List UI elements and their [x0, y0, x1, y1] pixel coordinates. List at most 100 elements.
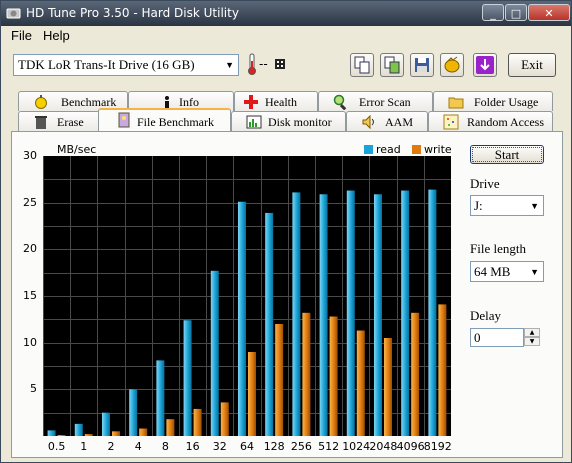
copy-green-icon [384, 56, 400, 74]
maximize-button[interactable]: □ [505, 4, 527, 21]
magnifier-icon [333, 94, 347, 110]
bar-read [183, 320, 192, 436]
legend-read-label: read [376, 143, 401, 156]
x-tick-label: 4 [134, 440, 142, 453]
bar-read [428, 189, 437, 436]
save-button[interactable] [410, 53, 434, 77]
bar-read [374, 194, 382, 436]
bar-read [346, 190, 355, 436]
delay-input-value: 0 [474, 330, 481, 345]
hd-tune-icon [6, 8, 21, 19]
drive-select-value: TDK LoR Trans-It Drive (16 GB) [18, 57, 195, 72]
tab-health-label: Health [265, 95, 297, 109]
bar-write [84, 434, 93, 436]
exit-button[interactable]: Exit [508, 53, 556, 77]
bar-read [129, 389, 138, 436]
toolbar: TDK LoR Trans-It Drive (16 GB) ▼ -- Exit [1, 46, 571, 86]
bar-write [57, 435, 66, 436]
temperature-value: -- [259, 57, 268, 71]
spin-down-icon[interactable]: ▼ [524, 337, 540, 346]
close-button[interactable]: ✕ [528, 4, 570, 21]
legend-write: write [412, 143, 452, 156]
legend-write-swatch [412, 145, 421, 154]
menu-bar: File Help [1, 26, 571, 46]
y-tick-label: 30 [23, 149, 37, 162]
x-tick-label: 16 [185, 440, 200, 453]
drive-label: Drive [470, 176, 500, 191]
drive-combo[interactable]: J: ▼ [470, 195, 544, 216]
file-length-combo-value: 64 MB [474, 264, 511, 279]
drive-select[interactable]: TDK LoR Trans-It Drive (16 GB) ▼ [13, 54, 239, 76]
menu-file[interactable]: File [11, 28, 32, 43]
copy-info-button[interactable] [350, 53, 374, 77]
bar-read [74, 423, 83, 436]
cross-icon [244, 95, 258, 109]
y-tick-label: 15 [23, 289, 37, 302]
download-button[interactable] [473, 53, 497, 77]
x-tick-label: 64 [239, 440, 254, 453]
spin-up-icon[interactable]: ▲ [524, 328, 540, 337]
x-tick-label: 8 [161, 440, 169, 453]
bar-read [265, 212, 274, 436]
bar-write [220, 402, 229, 436]
bar-write [112, 431, 120, 436]
x-tick-label: 4096 [396, 440, 425, 453]
x-tick-label: 0.5 [47, 440, 66, 453]
x-tick-label: 2 [107, 440, 115, 453]
tab-aam[interactable]: AAM [346, 111, 428, 131]
delay-label: Delay [470, 308, 502, 323]
file-icon [118, 112, 130, 128]
file-length-combo[interactable]: 64 MB ▼ [470, 261, 544, 282]
tab-disk-monitor-label: Disk monitor [268, 115, 332, 129]
bar-write [438, 304, 447, 436]
tab-random-access[interactable]: Random Access [428, 111, 553, 131]
tab-aam-label: AAM [385, 115, 414, 129]
x-tick-label: 128 [263, 440, 285, 453]
delay-input[interactable]: 0 [470, 328, 524, 347]
bar-write [384, 338, 392, 436]
y-tick-label: 25 [23, 195, 37, 209]
start-button[interactable]: Start [470, 145, 544, 164]
chevron-down-icon: ▼ [225, 60, 234, 70]
tab-file-benchmark[interactable]: File Benchmark [98, 108, 231, 131]
copy-icon [354, 56, 370, 74]
tab-erase[interactable]: Erase [18, 111, 100, 131]
drive-combo-value: J: [474, 198, 483, 213]
y-tick-label: 20 [23, 242, 37, 256]
delay-spinner[interactable]: ▲ ▼ [524, 328, 540, 347]
legend-read-swatch [364, 145, 373, 154]
trash-icon [35, 116, 47, 129]
tab-file-benchmark-label: File Benchmark [137, 115, 214, 129]
minimize-button[interactable]: _ [482, 4, 504, 21]
speaker-icon [362, 114, 374, 130]
tab-error-scan-label: Error Scan [359, 95, 411, 109]
bar-read [238, 201, 246, 436]
y-tick-label: 5 [30, 382, 37, 396]
bar-write [275, 324, 284, 436]
tab-health[interactable]: Health [234, 91, 318, 111]
chevron-down-icon: ▼ [530, 267, 539, 277]
options-button[interactable] [440, 53, 464, 77]
tab-random-access-label: Random Access [467, 115, 544, 129]
floppy-icon [415, 58, 429, 72]
monitor-icon [246, 115, 262, 129]
bar-read [210, 270, 219, 436]
x-tick-label: 32 [212, 440, 227, 453]
x-tick-label: 8192 [423, 440, 452, 453]
tab-folder-usage[interactable]: Folder Usage [433, 91, 553, 111]
bar-write [248, 352, 256, 436]
bar-write [302, 312, 311, 436]
tab-folder-usage-label: Folder Usage [474, 95, 539, 109]
bar-write [166, 419, 175, 436]
bar-read [292, 192, 301, 436]
bar-read [401, 190, 410, 436]
tab-disk-monitor[interactable]: Disk monitor [231, 111, 346, 131]
menu-help[interactable]: Help [43, 28, 70, 43]
tab-error-scan[interactable]: Error Scan [318, 91, 433, 111]
bar-read [47, 430, 56, 436]
main-window: HD Tune Pro 3.50 - Hard Disk Utility _ □… [0, 0, 572, 463]
benchmark-chart [43, 156, 451, 436]
window-title: HD Tune Pro 3.50 - Hard Disk Utility [26, 6, 239, 20]
copy-screenshot-button[interactable] [380, 53, 404, 77]
legend-write-label: write [424, 143, 452, 156]
